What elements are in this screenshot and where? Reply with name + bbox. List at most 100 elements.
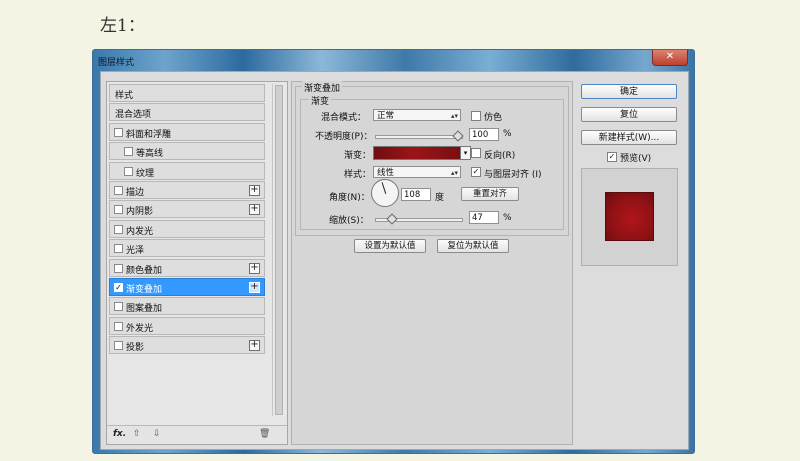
- preview-label: 预览(V): [620, 154, 652, 164]
- style-label: 样式：: [344, 170, 372, 180]
- select-arrows-icon: ▴▾: [450, 112, 458, 120]
- scale-unit: %: [503, 213, 512, 223]
- new-style-button[interactable]: 新建样式(W)...: [581, 130, 677, 145]
- chevron-down-icon: ▾: [463, 149, 468, 157]
- style-checkbox[interactable]: [114, 341, 123, 351]
- reset-align-button[interactable]: 重置对齐: [461, 187, 519, 201]
- blend-mode-select[interactable]: 正常 ▴▾: [373, 109, 461, 121]
- style-list-item-label: 描边: [126, 188, 145, 198]
- style-select[interactable]: 线性 ▴▾: [373, 166, 461, 178]
- ok-button[interactable]: 确定: [581, 84, 677, 99]
- style-list-item[interactable]: 样式: [109, 84, 265, 102]
- preview-swatch: [605, 192, 654, 241]
- style-checkbox[interactable]: [114, 127, 123, 137]
- style-list-item-label: 纹理: [136, 168, 155, 179]
- scale-input[interactable]: 47: [469, 211, 499, 224]
- preview-box: [581, 168, 678, 266]
- dialog-title: 图层样式: [98, 58, 135, 68]
- style-list-item[interactable]: 混合选项: [109, 103, 265, 122]
- style-list-item-label: 斜面和浮雕: [126, 129, 172, 140]
- move-up-icon[interactable]: ⇧: [133, 429, 141, 439]
- scrollbar-thumb[interactable]: [275, 85, 283, 415]
- title-bar: 图层样式 ✕: [93, 50, 694, 70]
- style-checkbox[interactable]: [114, 244, 123, 254]
- fx-icon[interactable]: fx.: [113, 429, 126, 439]
- style-value: 线性: [377, 168, 395, 178]
- style-checkbox[interactable]: [124, 166, 133, 176]
- style-list-item[interactable]: 纹理: [109, 161, 265, 180]
- dither-checkbox[interactable]: [471, 111, 481, 121]
- style-list-item-label: 内阴影: [126, 207, 154, 218]
- move-down-icon[interactable]: ⇩: [153, 429, 161, 439]
- group-title: 渐变: [309, 94, 332, 107]
- style-checkbox[interactable]: [124, 147, 133, 157]
- blend-mode-value: 正常: [377, 111, 395, 121]
- opacity-slider[interactable]: [375, 130, 464, 142]
- style-list-item[interactable]: 图案叠加: [109, 297, 265, 316]
- preview-checkbox[interactable]: ✓: [607, 152, 617, 162]
- close-button[interactable]: ✕: [652, 50, 688, 66]
- dither-label: 仿色: [484, 113, 503, 123]
- style-checkbox[interactable]: [114, 263, 123, 273]
- style-list-item-label: 外发光: [126, 323, 154, 334]
- scale-slider[interactable]: [375, 213, 463, 225]
- add-effect-icon[interactable]: +: [249, 204, 260, 216]
- style-list-item-label: 颜色叠加: [126, 265, 163, 276]
- select-arrows-icon: ▴▾: [450, 169, 458, 177]
- gradient-fieldset: 渐变 混合模式： 正常 ▴▾ 仿色 不透明度(P)： 100 % 渐变： ▾ 反…: [300, 94, 564, 230]
- reverse-checkbox[interactable]: [471, 148, 481, 158]
- style-list-item-label: 内发光: [126, 226, 154, 237]
- style-list-item-label: 光泽: [126, 246, 145, 257]
- style-checkbox[interactable]: [114, 302, 123, 312]
- style-list-item[interactable]: 内阴影 +: [109, 200, 265, 219]
- style-checkbox[interactable]: ✓: [114, 283, 123, 292]
- style-list-item-label: 等高线: [136, 149, 164, 160]
- scrollbar[interactable]: [272, 84, 285, 416]
- angle-unit: 度: [435, 193, 445, 203]
- set-default-button[interactable]: 设置为默认值: [354, 239, 426, 253]
- style-list-item-label: 混合选项: [115, 110, 152, 121]
- style-list-item[interactable]: 描边 +: [109, 181, 265, 199]
- dialog-body: 样式 混合选项 斜面和浮雕 等高线 纹理 描边 + 内阴影 + 内发光 光泽 颜色叠加 + ✓ 渐变叠加 + 图…: [100, 71, 689, 450]
- style-list-item-label: 投影: [126, 343, 145, 354]
- style-list-item[interactable]: 光泽: [109, 239, 265, 258]
- align-with-layer-checkbox[interactable]: ✓: [471, 167, 481, 177]
- scale-slider-knob[interactable]: [386, 213, 398, 225]
- style-list-item[interactable]: 投影 +: [109, 336, 265, 355]
- reset-default-button[interactable]: 复位为默认值: [437, 239, 509, 253]
- style-list-item[interactable]: 颜色叠加 +: [109, 258, 265, 277]
- add-effect-icon[interactable]: +: [249, 282, 260, 293]
- style-list-item[interactable]: 外发光: [109, 316, 265, 335]
- close-icon: ✕: [665, 51, 675, 62]
- scale-label: 缩放(S)：: [329, 216, 369, 226]
- opacity-slider-knob[interactable]: [452, 130, 464, 142]
- gradient-dropdown[interactable]: ▾: [461, 146, 471, 160]
- angle-dial[interactable]: [371, 179, 399, 207]
- layer-style-dialog: 图层样式 ✕ 样式混合选项斜面和浮雕等高线纹理描边 + 内阴影 + 内发光光泽颜色叠加 +…: [92, 49, 695, 454]
- add-effect-icon[interactable]: +: [249, 185, 260, 196]
- add-effect-icon[interactable]: +: [249, 340, 260, 352]
- style-list-item-label: 样式: [115, 91, 134, 101]
- gradient-label: 渐变：: [344, 151, 372, 161]
- blend-mode-label: 混合模式：: [321, 113, 367, 123]
- style-list-item[interactable]: 斜面和浮雕: [109, 122, 265, 141]
- angle-input[interactable]: 108: [401, 188, 431, 201]
- style-checkbox[interactable]: [114, 205, 123, 215]
- gradient-overlay-fieldset: 渐变叠加 渐变 混合模式： 正常 ▴▾ 仿色 不透明度(P)： 100 % 渐变…: [295, 81, 569, 236]
- style-list-item[interactable]: ✓ 渐变叠加 +: [109, 278, 265, 296]
- gradient-swatch[interactable]: [373, 146, 461, 160]
- style-checkbox[interactable]: [114, 321, 123, 331]
- reverse-label: 反向(R): [484, 151, 516, 161]
- trash-icon[interactable]: 🗑: [259, 429, 270, 439]
- style-list-item[interactable]: 等高线: [109, 142, 265, 161]
- section-title: 渐变叠加: [302, 81, 343, 94]
- style-list-item[interactable]: 内发光: [109, 219, 265, 238]
- opacity-input[interactable]: 100: [469, 128, 499, 141]
- style-list: 样式混合选项斜面和浮雕等高线纹理描边 + 内阴影 + 内发光光泽颜色叠加 + ✓ 渐变叠加 + 图…: [106, 81, 288, 445]
- style-checkbox[interactable]: [114, 224, 123, 234]
- add-effect-icon[interactable]: +: [249, 262, 260, 274]
- style-checkbox[interactable]: [114, 186, 123, 195]
- style-list-footer: fx. ⇧ ⇩ 🗑: [107, 425, 287, 444]
- reset-button[interactable]: 复位: [581, 107, 677, 122]
- style-list-item-label: 渐变叠加: [126, 285, 163, 295]
